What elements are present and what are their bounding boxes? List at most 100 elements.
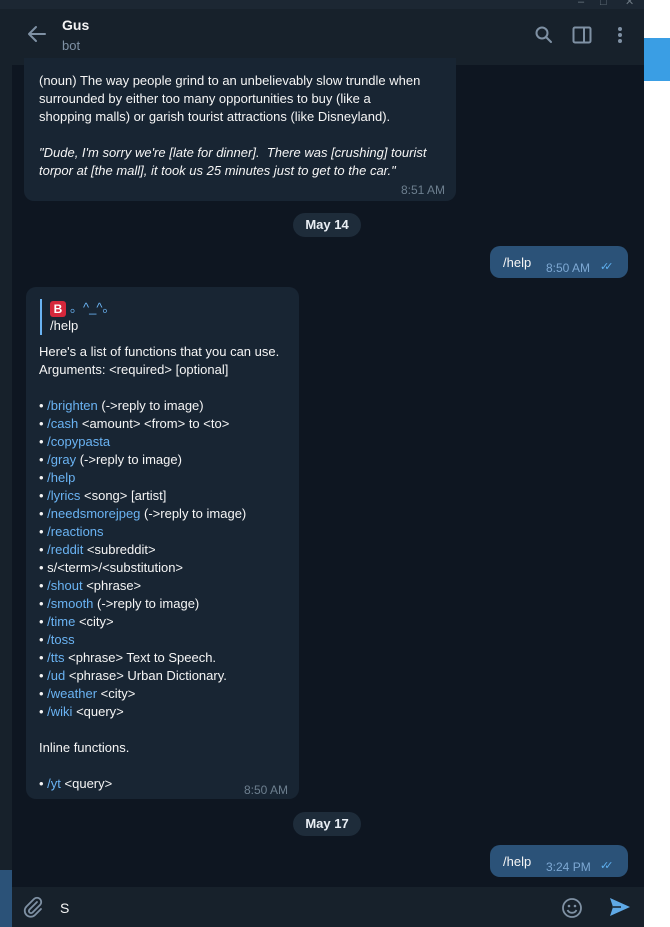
bullet: • [39,452,48,467]
message-text: shopping malls) or garish tourist attrac… [39,109,391,124]
command-link[interactable]: /needsmorejpeg [47,506,140,521]
command-link[interactable]: /toss [47,632,74,647]
maximize-button[interactable]: □ [600,0,607,8]
command-link[interactable]: /brighten [47,398,98,413]
message-bubble-outgoing[interactable]: /help 8:50 AM ✓✓ [490,246,628,278]
command-link[interactable]: /wiki [47,704,72,719]
bullet: • [39,578,48,593]
message-time: 8:51 AM [400,183,445,197]
command-item: • /reddit <subreddit> [39,541,294,559]
minimize-button[interactable]: – [578,0,584,8]
reply-text: /help [50,318,79,333]
command-link[interactable]: /shout [47,578,82,593]
command-args: s/<term>/<substitution> [47,560,184,575]
command-link[interactable]: /yt [47,776,61,791]
bullet: • [39,650,48,665]
command-link[interactable]: /reactions [47,524,103,539]
background-window-edge [644,38,670,81]
command-item: • /ud <phrase> Urban Dictionary. [39,667,294,685]
command-item: • /cash <amount> <from> to <to> [39,415,294,433]
bullet: • [39,416,48,431]
command-args: <city> [97,686,136,701]
command-item: • /gray (->reply to image) [39,451,294,469]
command-args: (->reply to image) [93,596,200,611]
command-link[interactable]: /copypasta [47,434,110,449]
command-link[interactable]: /help [47,470,75,485]
chat-list-edge [0,9,12,927]
command-link[interactable]: /time [47,614,75,629]
more-vert-icon[interactable] [610,25,630,50]
command-link[interactable]: /reddit [47,542,83,557]
close-button[interactable]: ✕ [625,0,634,8]
attach-icon[interactable] [22,896,44,923]
back-arrow-icon[interactable] [26,23,48,50]
command-item: • /weather <city> [39,685,294,703]
message-time: 3:24 PM [546,860,591,874]
date-separator: May 14 [293,213,361,237]
title-bar: – □ ✕ [0,0,644,9]
chat-header: Gus bot [12,9,644,65]
emoji-icon[interactable] [561,897,583,924]
command-args: <song> [artist] [80,488,167,503]
command-item: • /toss [39,631,294,649]
bullet: • [39,398,48,413]
command-item: • /copypasta [39,433,294,451]
command-item: • /smooth (->reply to image) [39,595,294,613]
command-link[interactable]: /lyrics [47,488,80,503]
command-link[interactable]: /smooth [47,596,93,611]
command-link[interactable]: /cash [47,416,78,431]
message-composer: S [12,887,644,927]
search-icon[interactable] [534,25,554,50]
message-time: 8:50 AM [546,261,591,275]
message-bubble-outgoing[interactable]: /help 3:24 PM ✓✓ [490,845,628,877]
chat-title[interactable]: Gus [62,17,89,33]
message-quote: torpor at [the mall], it took us 25 minu… [39,163,396,178]
command-item: • /lyrics <song> [artist] [39,487,294,505]
command-link[interactable]: /gray [47,452,76,467]
bullet: • [39,668,48,683]
bullet: • [39,704,48,719]
bullet: • [39,686,48,701]
command-args: (->reply to image) [97,398,204,413]
message-input[interactable]: S [60,900,69,916]
command-args: <phrase> Text to Speech. [64,650,217,665]
message-bubble-incoming[interactable]: (noun) The way people grind to an unbeli… [24,58,456,201]
command-args: <query> [60,776,113,791]
command-args: <phrase> [82,578,142,593]
command-link[interactable]: /ud [47,668,65,683]
message-text: /help [503,854,532,869]
chat-window: – □ ✕ Gus bot (noun) The way people grin… [0,0,644,927]
message-text: /help [503,255,532,270]
message-text: Inline functions. [39,740,130,755]
command-item: • /reactions [39,523,294,541]
read-checkmarks-icon: ✓✓ [600,261,614,273]
command-args: <phrase> Urban Dictionary. [65,668,227,683]
active-chat-marker [0,870,12,927]
send-icon[interactable] [608,896,632,923]
command-link[interactable]: /weather [47,686,97,701]
bullet: • [39,506,48,521]
command-item: • s/<term>/<substitution> [39,559,294,577]
sidebar-toggle-icon[interactable] [572,25,592,50]
reply-preview[interactable]: B 。^_^。 /help [40,299,115,335]
read-checkmarks-icon: ✓✓ [600,860,614,872]
reply-author: 。^_^。 [70,300,116,315]
bullet: • [39,614,48,629]
command-args: (->reply to image) [140,506,247,521]
command-link[interactable]: /tts [47,650,64,665]
bullet: • [39,434,48,449]
message-text: Arguments: <required> [optional] [39,362,229,377]
message-quote: "Dude, I'm sorry we're [late for dinner]… [39,145,427,160]
bullet: • [39,542,48,557]
command-args: (->reply to image) [76,452,182,467]
message-bubble-bot[interactable]: B 。^_^。 /help Here's a list of functions … [26,287,299,799]
command-item: • /brighten (->reply to image) [39,397,294,415]
message-text: (noun) The way people grind to an unbeli… [39,73,421,88]
command-args: <subreddit> [83,542,156,557]
bullet: • [39,470,48,485]
date-separator: May 17 [293,812,361,836]
bullet: • [39,632,48,647]
